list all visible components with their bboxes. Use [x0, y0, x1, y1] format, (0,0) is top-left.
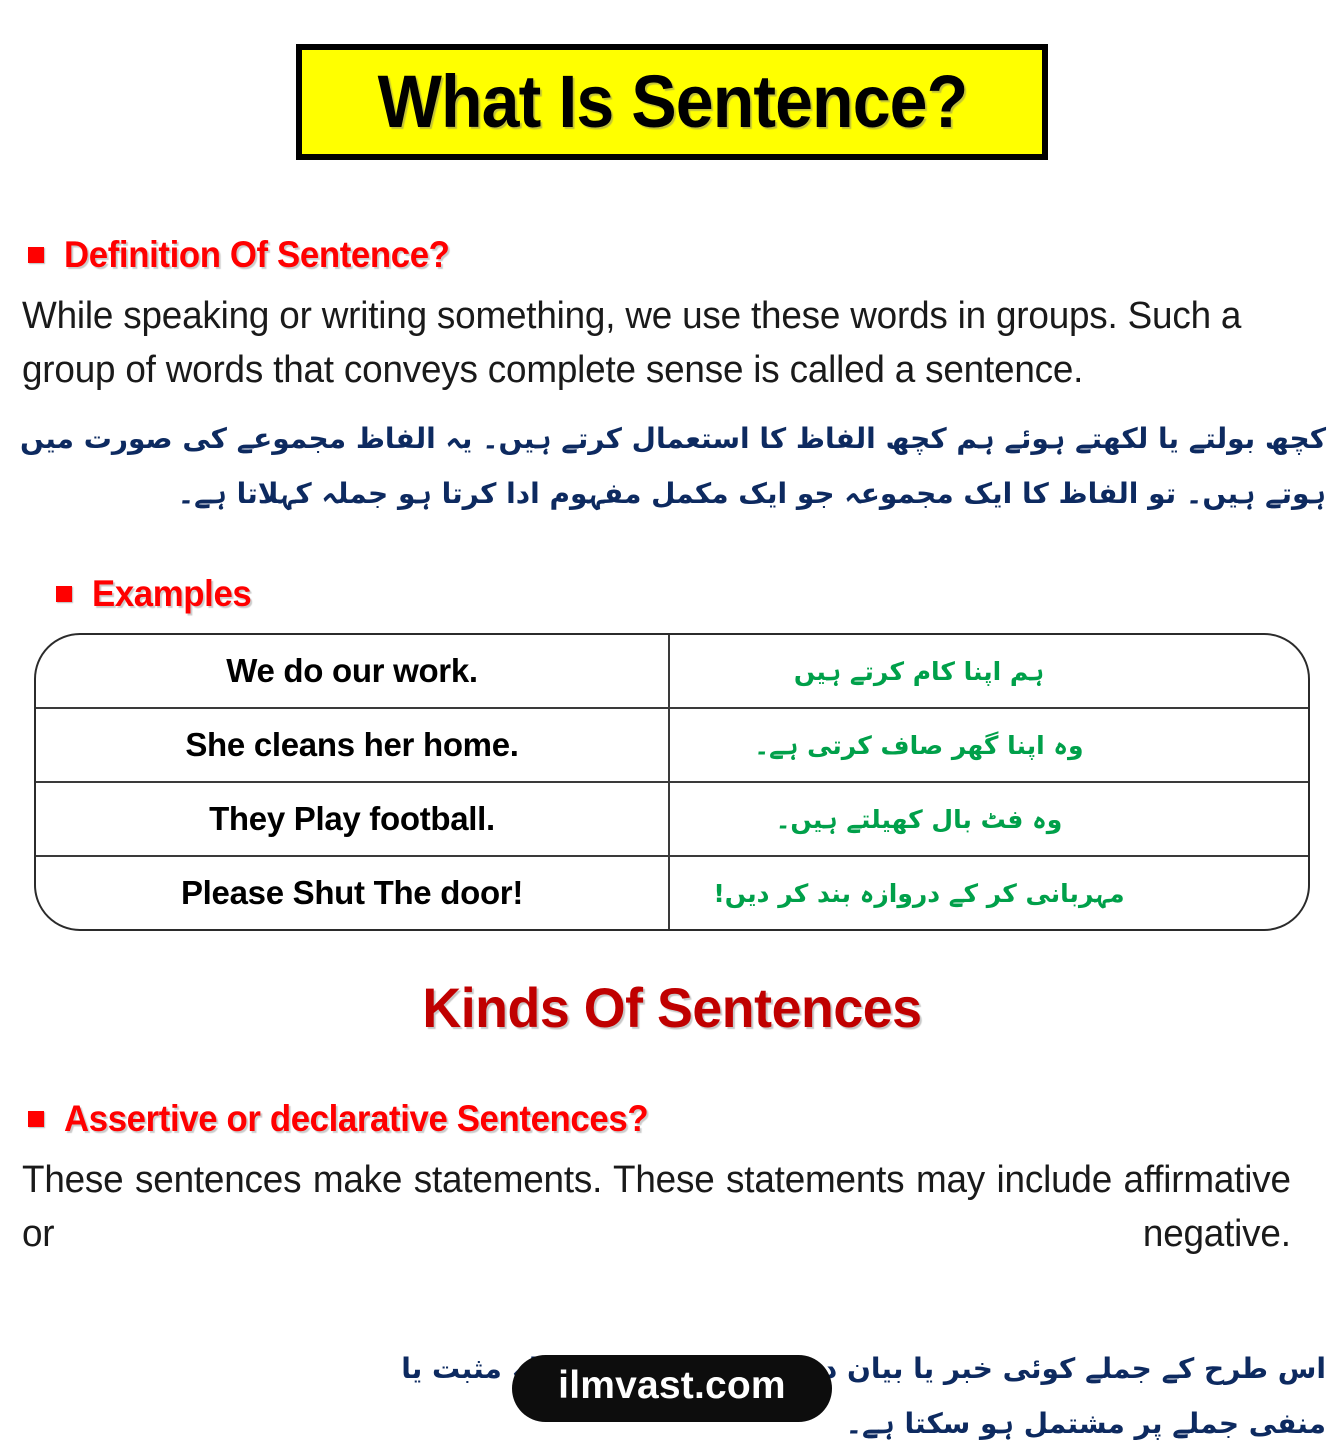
definition-body-english: While speaking or writing something, we …: [22, 295, 1242, 391]
kinds-of-sentences-heading: Kinds Of Sentences: [422, 976, 922, 1040]
table-row: We do our work. ہم اپنا کام کرتے ہیں: [36, 635, 1308, 710]
example-urdu: وہ اپنا گھر صاف کرتی ہے۔: [669, 708, 1308, 784]
example-urdu: ہم اپنا کام کرتے ہیں: [669, 635, 1308, 710]
example-english: She cleans her home.: [36, 708, 670, 784]
footer-container: ilmvast.com: [0, 1355, 1344, 1422]
page-title-container: What Is Sentence?: [0, 0, 1344, 160]
example-english: We do our work.: [36, 635, 670, 710]
assertive-body-english: These sentences make statements. These s…: [22, 1159, 1291, 1256]
square-bullet-icon: [28, 1111, 44, 1128]
example-urdu: مہربانی کر کے دروازہ بند کر دیں!: [713, 878, 1125, 908]
example-urdu: وہ فٹ بال کھیلتے ہیں۔: [669, 782, 1308, 858]
title-box: What Is Sentence?: [296, 44, 1048, 160]
examples-table-container: We do our work. ہم اپنا کام کرتے ہیں She…: [34, 633, 1310, 932]
example-english: They Play football.: [36, 782, 670, 858]
assertive-heading: Assertive or declarative Sentences?: [64, 1098, 649, 1140]
examples-table: We do our work. ہم اپنا کام کرتے ہیں She…: [36, 635, 1308, 930]
assertive-heading-row: Assertive or declarative Sentences?: [28, 1098, 1344, 1140]
example-english: Please Shut The door!: [36, 856, 670, 930]
table-row: She cleans her home. وہ اپنا گھر صاف کرت…: [36, 708, 1308, 784]
examples-heading: Examples: [92, 573, 252, 615]
site-watermark: ilmvast.com: [512, 1355, 832, 1422]
examples-heading-row: Examples: [56, 573, 1344, 615]
table-row: They Play football. وہ فٹ بال کھیلتے ہیں…: [36, 782, 1308, 858]
definition-body-urdu: کچھ بولتے یا لکھتے ہوئے ہم کچھ الفاظ کا …: [20, 421, 1326, 510]
page-title: What Is Sentence?: [377, 60, 968, 143]
square-bullet-icon: [56, 586, 72, 603]
square-bullet-icon: [28, 247, 44, 263]
definition-heading-row: Definition Of Sentence?: [28, 234, 1344, 276]
table-row: Please Shut The door! مہربانی کر کے دروا…: [36, 856, 1308, 930]
definition-heading: Definition Of Sentence?: [64, 234, 450, 275]
worksheet-page: { "title": { "text": "What Is Sentence?"…: [0, 0, 1344, 1440]
